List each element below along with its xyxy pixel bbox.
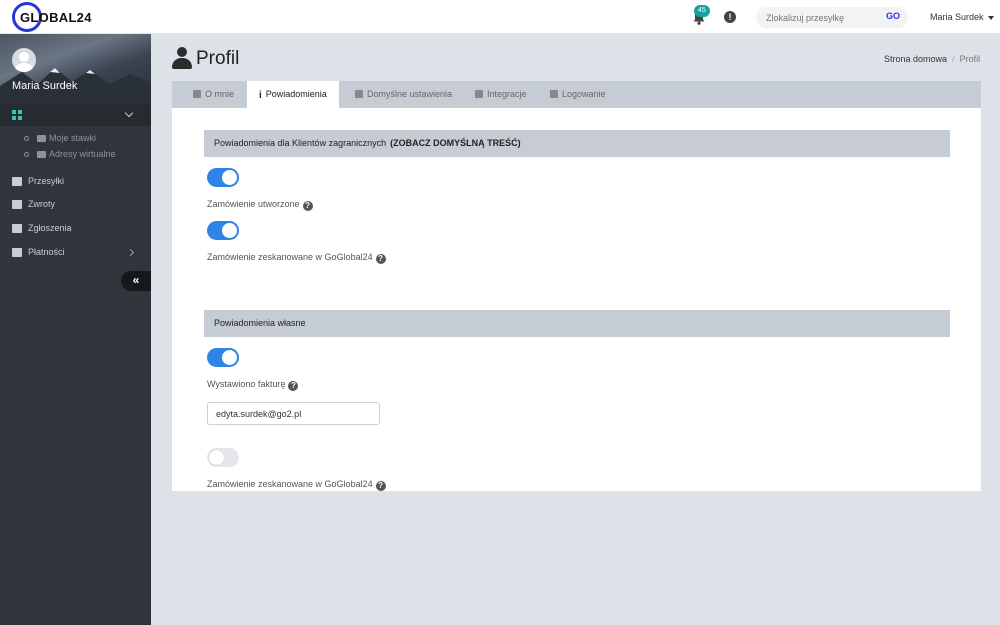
chevron-down-icon [124,108,134,118]
top-bar: GLOBAL24 45 ! GO Maria Surdek [0,0,1000,34]
breadcrumb-separator: / [952,54,955,64]
search-go-button[interactable]: GO [886,11,900,21]
section-title: Powiadomienia własne [214,318,306,328]
chevron-right-icon [126,248,135,257]
sidebar-subitem-adresy-wirtualne[interactable]: Adresy wirtualne [24,149,116,159]
credit-card-icon [12,248,22,258]
home-icon [37,151,46,159]
option-label: Zamówienie zeskanowane w GoGlobal24? [207,252,386,264]
sidebar-subitem-moje-stawki[interactable]: Moje stawki [24,133,96,143]
pencil-icon [355,90,363,98]
logo-text: GLOBAL24 [20,10,92,25]
option-label: Zamówienie zeskanowane w GoGlobal24? [207,479,386,491]
breadcrumb-home[interactable]: Strona domowa [884,54,947,64]
tab-label: Integracje [487,89,527,99]
package-icon [12,177,22,187]
option-label-text: Zamówienie zeskanowane w GoGlobal24 [207,252,373,262]
help-icon[interactable]: ? [288,381,299,391]
user-icon [172,47,192,69]
sidebar-username: Maria Surdek [12,80,78,92]
avatar-body [15,63,33,72]
tab-o-mnie[interactable]: O mnie [183,81,244,108]
search-box: GO [756,7,908,28]
section-foreign-notifications: Powiadomienia dla Klientów zagranicznych… [204,130,950,157]
sidebar-item-zwroty[interactable]: Zwroty [12,199,55,210]
tab-label: Domyślne ustawienia [367,89,453,99]
breadcrumb-current: Profil [959,54,981,64]
avatar-head [19,52,29,62]
option-label-text: Zamówienie zeskanowane w GoGlobal24 [207,479,373,489]
search-input[interactable] [766,10,876,25]
share-icon [475,90,483,98]
toggle-knob [222,223,237,238]
sidebar-item-zgloszenia[interactable]: Zgłoszenia [12,223,72,234]
tab-powiadomienia[interactable]: i Powiadomienia [247,81,339,108]
home-icon [193,90,201,98]
user-menu[interactable]: Maria Surdek [930,12,994,22]
warning-icon [12,224,22,234]
tab-integracje[interactable]: Integracje [465,81,537,108]
sidebar-dashboard-item[interactable] [0,104,151,126]
help-icon[interactable]: ? [302,201,313,211]
info-icon: i [259,90,262,101]
breadcrumb: Strona domowa / Profil [884,54,980,64]
toggle-order-created[interactable] [207,168,239,187]
alert-icon[interactable]: ! [724,11,736,23]
sidebar-subitem-label: Moje stawki [49,133,97,143]
bullet-icon [24,136,29,142]
view-default-content-link[interactable]: (ZOBACZ DOMYŚLNĄ TREŚĆ) [390,138,521,148]
tab-label: Powiadomienia [265,89,327,99]
sidebar: Maria Surdek Moje stawki Adresy wirtualn… [0,34,151,625]
option-label-text: Wystawiono fakturę [207,379,286,389]
help-icon[interactable]: ? [375,254,386,264]
notification-badge[interactable]: 45 [694,5,710,17]
sidebar-item-label: Płatności [28,247,65,257]
sidebar-subitem-label: Adresy wirtualne [49,149,116,159]
sidebar-item-label: Zwroty [28,199,55,209]
user-icon [550,90,558,98]
sidebar-item-przesylki[interactable]: Przesyłki [12,176,65,187]
page-title: Profil [196,48,240,69]
email-field[interactable] [207,402,380,425]
profile-tabs: O mnie i Powiadomienia Domyślne ustawieni… [172,81,981,108]
toggle-invoice-issued[interactable] [207,348,239,367]
camera-icon [37,135,46,143]
bullet-icon [24,152,29,158]
section-own-notifications: Powiadomienia własne [204,310,950,337]
tab-label: O mnie [205,89,235,99]
sidebar-item-label: Przesyłki [28,176,65,186]
toggle-own-order-scanned[interactable] [207,448,239,467]
logo[interactable]: GLOBAL24 [12,2,112,32]
sidebar-item-label: Zgłoszenia [28,223,72,233]
toggle-knob [222,170,237,185]
sidebar-item-platnosci[interactable]: Płatności [12,247,65,258]
option-label-text: Zamówienie utworzone [207,199,300,209]
caret-down-icon [987,15,994,20]
toggle-knob [209,450,224,465]
tab-logowanie[interactable]: Logowanie [540,81,616,108]
avatar[interactable] [12,48,36,72]
notifications-panel: Powiadomienia dla Klientów zagranicznych… [172,108,981,491]
tab-domyslne-ustawienia[interactable]: Domyślne ustawienia [345,81,462,108]
section-title: Powiadomienia dla Klientów zagranicznych [214,138,387,148]
toggle-knob [222,350,237,365]
sidebar-profile-header: Maria Surdek [0,34,151,104]
tab-label: Logowanie [562,89,606,99]
help-icon[interactable]: ? [375,481,386,491]
option-label: Zamówienie utworzone? [207,199,313,211]
grid-icon [12,110,22,120]
option-label: Wystawiono fakturę? [207,379,299,391]
sidebar-collapse-button[interactable]: « [121,271,151,291]
toggle-order-scanned[interactable] [207,221,239,240]
undo-icon [12,200,22,210]
user-menu-name: Maria Surdek [930,12,984,22]
